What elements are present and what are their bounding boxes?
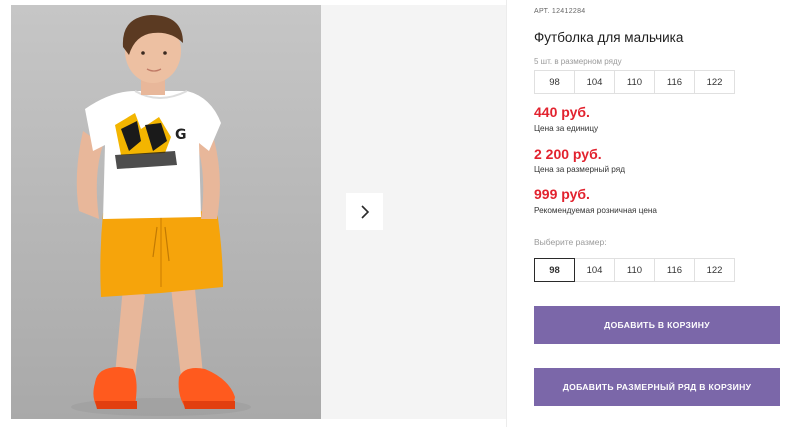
- unit-price-label: Цена за единицу: [534, 124, 599, 133]
- size-option-104[interactable]: 104: [574, 258, 615, 282]
- chevron-right-icon: [360, 204, 369, 219]
- size-option-116[interactable]: 116: [654, 258, 695, 282]
- retail-price: 999 руб.: [534, 186, 590, 202]
- series-price: 2 200 руб.: [534, 146, 602, 162]
- add-to-cart-button[interactable]: ДОБАВИТЬ В КОРЗИНУ: [534, 306, 780, 344]
- choose-size-label: Выберите размер:: [534, 237, 607, 247]
- product-photo[interactable]: G: [11, 5, 321, 419]
- article-number: АРТ. 12412284: [534, 8, 585, 15]
- series-size-item: 116: [654, 70, 695, 94]
- series-size-item: 104: [574, 70, 615, 94]
- series-size-item: 98: [534, 70, 575, 94]
- product-gallery: G: [0, 0, 506, 427]
- article-value: 12412284: [551, 8, 586, 15]
- article-label: АРТ.: [534, 8, 550, 15]
- series-size-item: 110: [614, 70, 655, 94]
- product-title: Футболка для мальчика: [534, 30, 684, 45]
- series-price-label: Цена за размерный ряд: [534, 165, 625, 174]
- unit-price: 440 руб.: [534, 104, 590, 120]
- svg-text:G: G: [175, 127, 187, 143]
- size-selector: 98 104 110 116 122: [534, 258, 735, 282]
- series-size-item: 122: [694, 70, 735, 94]
- series-size-list: 98 104 110 116 122: [534, 70, 735, 94]
- size-option-110[interactable]: 110: [614, 258, 655, 282]
- series-hint: 5 шт. в размерном ряду: [534, 57, 622, 66]
- add-size-series-to-cart-button[interactable]: ДОБАВИТЬ РАЗМЕРНЫЙ РЯД В КОРЗИНУ: [534, 368, 780, 406]
- product-photo-illustration: G: [11, 5, 321, 419]
- size-option-98[interactable]: 98: [534, 258, 575, 282]
- column-divider: [506, 0, 507, 427]
- next-image-button[interactable]: [346, 193, 383, 230]
- retail-price-label: Рекомендуемая розничная цена: [534, 206, 657, 215]
- size-option-122[interactable]: 122: [694, 258, 735, 282]
- product-info: АРТ. 12412284 Футболка для мальчика 5 шт…: [534, 0, 784, 427]
